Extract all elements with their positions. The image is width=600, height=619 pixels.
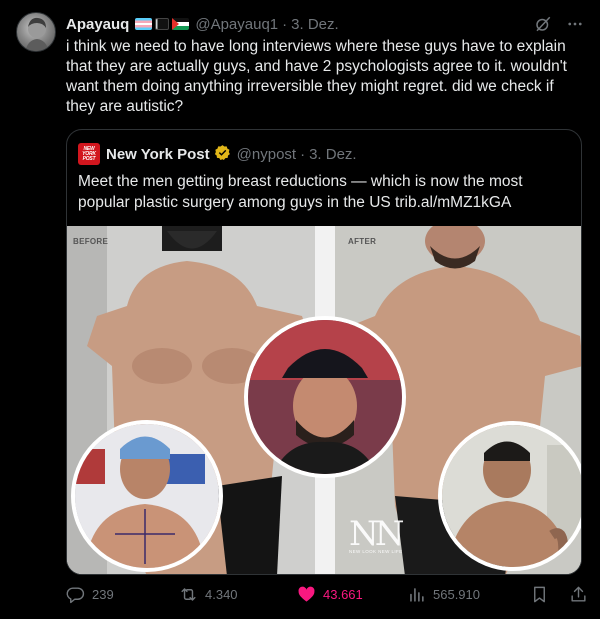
patient-smiling-circle: [438, 421, 581, 571]
repost-button[interactable]: 4.340: [179, 585, 297, 604]
tweet-actions-bar: 239 4.340 43.661 565.910: [66, 583, 588, 605]
views-count: 565.910: [433, 586, 480, 602]
avatar-image: [25, 17, 49, 51]
share-icon: [571, 586, 586, 602]
quoted-tweet-text: Meet the men getting breast reductions —…: [78, 173, 523, 211]
header-separator: ·: [282, 15, 288, 33]
grok-icon[interactable]: [534, 15, 552, 33]
quoted-date[interactable]: 3. Dez.: [309, 146, 357, 163]
black-flag-icon: [155, 18, 170, 30]
views-button[interactable]: 565.910: [407, 585, 519, 604]
quoted-handle[interactable]: @nypost: [237, 146, 296, 163]
palestine-flag-icon: [172, 18, 190, 30]
author-display-name[interactable]: Apayauq: [66, 16, 129, 33]
share-button[interactable]: [569, 585, 588, 604]
like-button[interactable]: 43.661: [297, 585, 407, 604]
quoted-separator: ·: [300, 145, 306, 163]
nypost-logo-avatar[interactable]: NEW YORK POST: [78, 143, 100, 165]
more-options-icon[interactable]: [566, 15, 584, 33]
tweet-header: Apayauq @Apayauq1 · 3. Dez.: [66, 13, 584, 35]
transgender-flag-icon: [135, 18, 153, 30]
patient-marked-circle: [71, 420, 223, 572]
reply-count: 239: [92, 586, 114, 602]
heart-filled-icon: [298, 586, 315, 602]
reply-button[interactable]: 239: [66, 585, 179, 604]
bookmark-button[interactable]: [530, 585, 549, 604]
quoted-media-image[interactable]: BEFORE AFTER NN NEW LOOK NEW LIFE: [67, 226, 581, 574]
right-action-icons: [530, 585, 588, 604]
repost-count: 4.340: [205, 586, 238, 602]
quoted-display-name[interactable]: New York Post: [106, 146, 210, 163]
verified-badge-icon: [214, 144, 231, 165]
repost-icon: [181, 587, 196, 601]
header-icons: [534, 15, 584, 33]
nypost-logo-line: POST: [82, 155, 96, 162]
author-flags: [135, 18, 190, 30]
views-chart-icon: [410, 587, 424, 602]
nn-watermark-tagline: NEW LOOK NEW LIFE: [349, 549, 403, 554]
reply-icon: [66, 586, 85, 603]
author-handle[interactable]: @Apayauq1: [195, 16, 278, 33]
before-label: BEFORE: [73, 237, 109, 246]
tweet-text: i think we need to have long interviews …: [66, 38, 567, 115]
bookmark-icon: [534, 586, 545, 602]
nn-watermark-logo: NN: [349, 514, 404, 554]
avatar[interactable]: [16, 12, 56, 52]
after-label: AFTER: [348, 237, 377, 246]
portrait-circle-center: [244, 316, 406, 478]
tweet: Apayauq @Apayauq1 · 3. Dez. i think we n…: [0, 0, 600, 619]
quoted-tweet-header: NEW YORK POST New York Post @nypost · 3.…: [78, 143, 357, 165]
tweet-date[interactable]: 3. Dez.: [291, 16, 339, 33]
like-count: 43.661: [323, 586, 363, 602]
quoted-tweet[interactable]: NEW YORK POST New York Post @nypost · 3.…: [66, 129, 582, 575]
